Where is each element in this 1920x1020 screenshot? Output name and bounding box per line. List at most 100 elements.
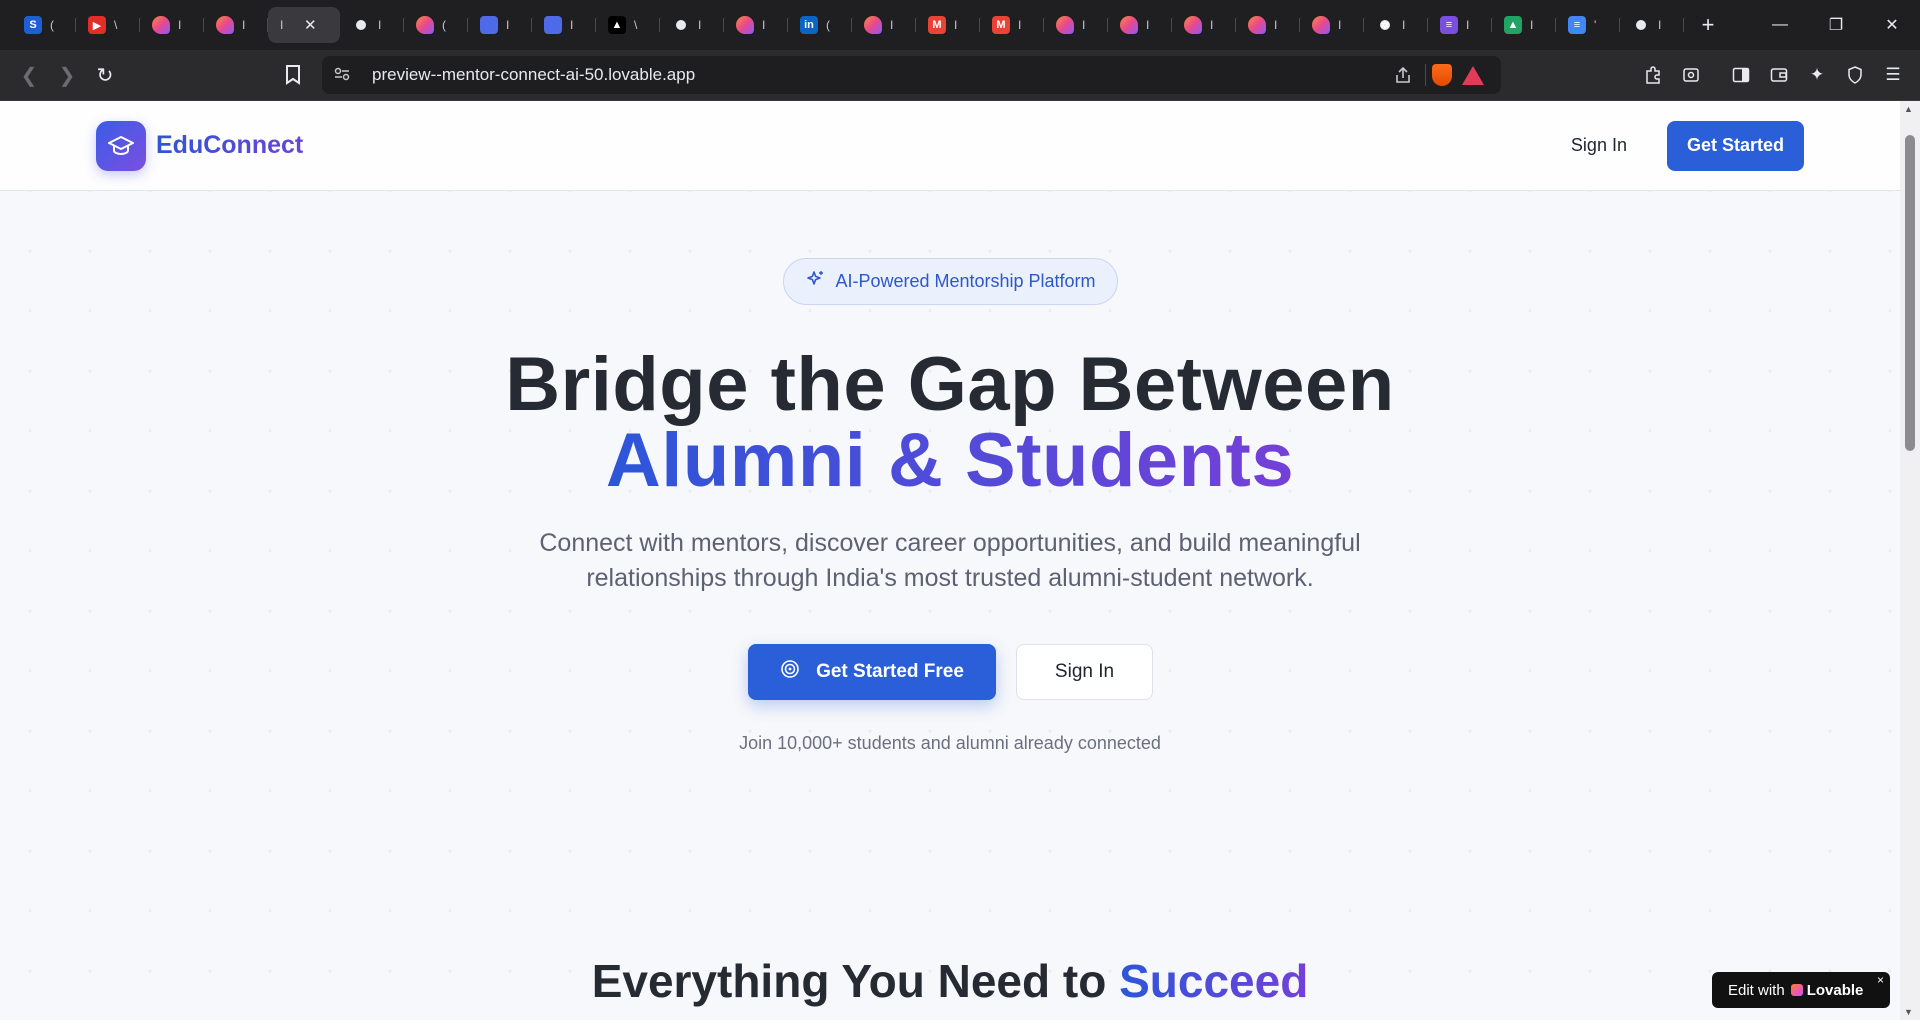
minimize-icon[interactable]: — bbox=[1752, 0, 1808, 50]
tab-favicon-icon bbox=[1632, 16, 1650, 34]
share-icon[interactable] bbox=[1387, 66, 1419, 84]
hero-title-highlight: Alumni & Students bbox=[605, 418, 1295, 503]
hero-subtitle: Connect with mentors, discover career op… bbox=[0, 526, 1900, 596]
browser-tabstrip: S(▶ \ I I I ✕ I(I I ▲ \ I Iin(I M I M I I I I I I ✲ I ≡ I ▲ I ≡ ' I + … bbox=[0, 0, 1920, 50]
vpn-icon[interactable] bbox=[1838, 56, 1872, 94]
scroll-down-icon[interactable]: ▼ bbox=[1904, 1007, 1913, 1017]
hero-title-line2: Alumni & Students bbox=[0, 417, 1900, 504]
tab-title: I bbox=[1530, 18, 1534, 32]
page-scrollbar[interactable]: ▲ ▼ bbox=[1900, 101, 1920, 1020]
window-controls: — ❐ ✕ bbox=[1752, 0, 1920, 50]
restore-icon[interactable]: ❐ bbox=[1808, 0, 1864, 50]
browser-tab[interactable]: I bbox=[532, 7, 596, 43]
tab-favicon-icon: S bbox=[24, 16, 42, 34]
menu-icon[interactable]: ☰ bbox=[1876, 56, 1910, 94]
tab-title: ( bbox=[826, 18, 830, 32]
tab-favicon-icon: ≡ bbox=[1440, 16, 1458, 34]
leo-ai-icon[interactable]: ✦ bbox=[1800, 56, 1834, 94]
tab-favicon-icon bbox=[736, 16, 754, 34]
graduation-cap-icon[interactable] bbox=[96, 120, 146, 171]
toolbar-actions: ✦ ☰ bbox=[1636, 56, 1910, 94]
brave-rewards-icon[interactable] bbox=[1457, 65, 1489, 85]
features-heading-prefix: Everything You Need to bbox=[591, 955, 1107, 1007]
tab-title: ' bbox=[1594, 18, 1597, 32]
scrollbar-thumb[interactable] bbox=[1905, 135, 1915, 451]
get-started-free-label: Get Started Free bbox=[816, 661, 964, 682]
browser-tab[interactable]: ≡ ' bbox=[1556, 7, 1620, 43]
tab-favicon-icon: ▲ bbox=[608, 16, 626, 34]
tab-title: I bbox=[242, 18, 246, 32]
new-tab-button[interactable]: + bbox=[1690, 7, 1726, 43]
get-started-free-button[interactable]: Get Started Free bbox=[748, 644, 996, 700]
header-get-started-button[interactable]: Get Started bbox=[1666, 120, 1804, 171]
browser-tab[interactable]: MI bbox=[916, 7, 980, 43]
tab-favicon-icon bbox=[1248, 16, 1266, 34]
scroll-up-icon[interactable]: ▲ bbox=[1904, 104, 1913, 114]
site-settings-icon[interactable] bbox=[334, 67, 354, 84]
tab-title: I bbox=[280, 18, 284, 32]
browser-tab[interactable]: I bbox=[340, 7, 404, 43]
tab-title: \ bbox=[634, 18, 638, 32]
browser-tab[interactable]: MI bbox=[980, 7, 1044, 43]
browser-tab[interactable]: I bbox=[1300, 7, 1364, 43]
browser-tab[interactable]: I bbox=[1172, 7, 1236, 43]
tab-favicon-icon bbox=[416, 16, 434, 34]
tab-favicon-icon bbox=[152, 16, 170, 34]
target-icon bbox=[780, 659, 800, 685]
back-button[interactable]: ❮ bbox=[10, 56, 48, 94]
reader-mode-icon[interactable] bbox=[1674, 56, 1708, 94]
browser-tab[interactable]: ≡ I bbox=[1428, 7, 1492, 43]
url-text[interactable]: preview--mentor-connect-ai-50.lovable.ap… bbox=[372, 65, 1387, 85]
browser-tab[interactable]: I bbox=[1620, 7, 1684, 43]
browser-tab[interactable]: I ✕ bbox=[268, 7, 340, 43]
extensions-icon[interactable] bbox=[1636, 56, 1670, 94]
browser-tab[interactable]: I bbox=[852, 7, 916, 43]
browser-tab[interactable]: ✲ I bbox=[1364, 7, 1428, 43]
browser-tab[interactable]: ▲ \ bbox=[596, 7, 660, 43]
tab-title: I bbox=[762, 18, 766, 32]
browser-tab[interactable]: I bbox=[140, 7, 204, 43]
brand-name[interactable]: EduConnect bbox=[156, 131, 303, 160]
tab-separator bbox=[1683, 18, 1684, 32]
browser-tab[interactable]: S( bbox=[12, 7, 76, 43]
reload-button[interactable]: ↻ bbox=[86, 56, 124, 94]
brave-shields-icon[interactable] bbox=[1425, 64, 1457, 86]
tab-favicon-icon: ≡ bbox=[1568, 16, 1586, 34]
tab-favicon-icon: in bbox=[800, 16, 818, 34]
tab-title: I bbox=[954, 18, 958, 32]
lovable-badge-prefix: Edit with bbox=[1728, 981, 1785, 999]
tab-title: I bbox=[378, 18, 382, 32]
tab-favicon-icon bbox=[480, 16, 498, 34]
header-signin-button[interactable]: Sign In bbox=[1571, 135, 1627, 156]
close-tab-icon[interactable]: ✕ bbox=[304, 16, 317, 34]
bookmark-icon[interactable] bbox=[274, 56, 312, 94]
tab-title: I bbox=[1466, 18, 1470, 32]
close-badge-icon[interactable]: × bbox=[1877, 973, 1884, 987]
browser-tab[interactable]: ▲ I bbox=[1492, 7, 1556, 43]
browser-tab[interactable]: I bbox=[1108, 7, 1172, 43]
browser-tab[interactable]: I bbox=[1044, 7, 1108, 43]
browser-tab[interactable]: I bbox=[204, 7, 268, 43]
hero-signin-button[interactable]: Sign In bbox=[1016, 644, 1153, 700]
tab-favicon-icon bbox=[864, 16, 882, 34]
browser-tab[interactable]: I bbox=[660, 7, 724, 43]
address-bar[interactable]: preview--mentor-connect-ai-50.lovable.ap… bbox=[322, 56, 1501, 94]
wallet-icon[interactable] bbox=[1762, 56, 1796, 94]
close-window-icon[interactable]: ✕ bbox=[1864, 0, 1920, 50]
browser-tab[interactable]: I bbox=[468, 7, 532, 43]
browser-tab[interactable]: ▶ \ bbox=[76, 7, 140, 43]
browser-tab[interactable]: in ( bbox=[788, 7, 852, 43]
browser-toolbar: ❮ ❯ ↻ preview--mentor-connect-ai-50.lova… bbox=[0, 50, 1920, 101]
hero-title-line1: Bridge the Gap Between bbox=[505, 342, 1395, 427]
browser-tab[interactable]: I bbox=[724, 7, 788, 43]
social-proof-text: Join 10,000+ students and alumni already… bbox=[739, 733, 1161, 753]
browser-tab[interactable]: I bbox=[1236, 7, 1300, 43]
tab-favicon-icon: M bbox=[992, 16, 1010, 34]
forward-button[interactable]: ❯ bbox=[48, 56, 86, 94]
tab-title: I bbox=[698, 18, 702, 32]
sidebar-icon[interactable] bbox=[1724, 56, 1758, 94]
tab-title: ( bbox=[442, 18, 446, 32]
tab-favicon-icon bbox=[1056, 16, 1074, 34]
browser-tab[interactable]: ( bbox=[404, 7, 468, 43]
edit-with-lovable-badge[interactable]: Edit with Lovable × bbox=[1712, 972, 1890, 1008]
